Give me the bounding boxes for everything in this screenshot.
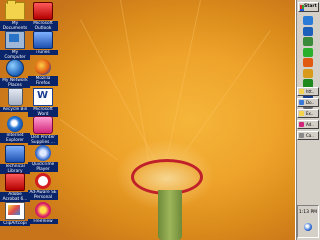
- taskbar-button-label: Ad..: [306, 122, 314, 127]
- music-note-icon: [33, 30, 53, 49]
- desktop-icon-my-documents[interactable]: My Documents: [0, 0, 30, 31]
- desktop-icon-label: My Documents: [0, 21, 30, 31]
- desktop-icon-microsoft-outlook[interactable]: Microsoft Outlook: [28, 2, 58, 31]
- desktop-icon-label: Microsoft Word: [28, 106, 58, 117]
- ad-aware-icon: [35, 173, 51, 189]
- desktop-icon-dell-printer-supplies[interactable]: Dell Printer Supplies ...: [28, 116, 58, 145]
- desktop-icon-label: Adobe Acrobat 6...: [0, 192, 30, 202]
- clipart-icon: [5, 201, 25, 220]
- word-icon: [33, 87, 53, 106]
- recycle-bin-icon: [7, 87, 23, 106]
- quick-launch-desktop-icon[interactable]: [303, 37, 313, 46]
- desktop-icon-ad-aware[interactable]: Ad-Aware SE Personal: [28, 173, 58, 200]
- clock[interactable]: 1:13 PM: [298, 210, 318, 215]
- quick-launch-messenger-icon[interactable]: [303, 47, 313, 57]
- desktop-icon-label: FreeView: [28, 218, 58, 224]
- quick-launch-internet-explorer-icon[interactable]: [303, 16, 313, 25]
- taskbar-button-label: Ex..: [306, 111, 314, 116]
- flower-stem: [158, 190, 182, 240]
- desktop-icon-label: Dell Printer Supplies ...: [28, 135, 58, 145]
- calculator-icon: [299, 133, 304, 138]
- desktop-icon-cliparcopi[interactable]: ClipArtcopi: [0, 201, 30, 226]
- taskbar-button[interactable]: Ad..: [297, 120, 319, 129]
- network-icon: [6, 59, 24, 77]
- desktop-icon-label: Ad-Aware SE Personal: [28, 190, 58, 200]
- windows-logo-icon: [300, 5, 304, 9]
- printer-icon: [33, 116, 53, 134]
- envelope-icon: [33, 2, 53, 20]
- desktop-icon-label: Mozilla Firefox: [28, 76, 58, 86]
- desktop-icon-internet-explorer[interactable]: Internet Explorer: [0, 116, 30, 143]
- desktop-icon-label: My Network Places: [0, 78, 30, 88]
- desktop-icon-label: Microsoft Outlook: [28, 21, 58, 31]
- start-button[interactable]: Start: [298, 2, 319, 12]
- folder-icon: [299, 89, 304, 94]
- quick-launch-outlook-icon[interactable]: [303, 26, 313, 36]
- quick-launch-winamp-icon[interactable]: [303, 68, 313, 78]
- taskbar-button-label: htt..: [306, 89, 315, 94]
- document-icon: [299, 100, 304, 105]
- taskbar-button-label: Do..: [306, 100, 314, 105]
- network-status-icon[interactable]: [304, 223, 312, 231]
- desktop-icon-mozilla-firefox[interactable]: Mozilla Firefox: [28, 59, 58, 86]
- desktop-icon-my-computer[interactable]: My Computer: [0, 30, 30, 60]
- quick-launch-firefox-icon[interactable]: [303, 58, 313, 67]
- desktop-icon-recycle-bin[interactable]: Recycle Bin: [0, 87, 30, 112]
- taskbar-button[interactable]: Ca..: [297, 131, 319, 140]
- folder-icon: [299, 111, 304, 116]
- desktop-icon-label: ClipArtcopi: [0, 220, 30, 226]
- computer-icon: [5, 30, 25, 49]
- folder-icon: [5, 0, 25, 20]
- taskbar-button[interactable]: Do..: [297, 98, 319, 107]
- desktop-icon-label: My Computer: [0, 49, 30, 60]
- taskbar: Start htt.. Do.. Ex.. Ad.. Ca.. 1:13 PM: [295, 0, 320, 240]
- desktop-icon-my-network-places[interactable]: My Network Places: [0, 59, 30, 88]
- desktop-icon-label: QuickTime Player: [28, 161, 58, 172]
- desktop-icon-itunes[interactable]: iTunes: [28, 30, 58, 55]
- desktop-icon-quicktime-player[interactable]: QuickTime Player: [28, 144, 58, 172]
- start-label: Start: [304, 4, 317, 9]
- desktop-icon-microsoft-word[interactable]: Microsoft Word: [28, 87, 58, 117]
- quicktime-icon: [35, 144, 51, 161]
- internet-explorer-icon: [7, 116, 23, 132]
- flower-icon: [35, 201, 51, 218]
- firefox-icon: [35, 59, 51, 75]
- taskbar-button[interactable]: Ex..: [297, 109, 319, 118]
- ad-aware-icon: [299, 122, 304, 127]
- desktop-icon-adobe-acrobat[interactable]: Adobe Acrobat 6...: [0, 173, 30, 202]
- desktop-icon-freeview[interactable]: FreeView: [28, 201, 58, 224]
- taskbar-button[interactable]: htt..: [297, 87, 319, 96]
- desktop-icon-label: iTunes: [28, 49, 58, 55]
- desktop-icon-label: Recycle Bin: [0, 106, 30, 112]
- desktop-icon-label: Internet Explorer: [0, 133, 30, 143]
- desktop-icon-technical-library[interactable]: Technical Library: [0, 144, 30, 174]
- book-icon: [5, 144, 25, 163]
- desktop-icon-label: Technical Library: [0, 163, 30, 174]
- system-tray: 1:13 PM: [297, 205, 319, 238]
- desktop-wallpaper: My Documents Microsoft Outlook My Computer…: [0, 0, 295, 240]
- taskbar-button-label: Ca..: [306, 133, 314, 138]
- acrobat-icon: [5, 173, 25, 191]
